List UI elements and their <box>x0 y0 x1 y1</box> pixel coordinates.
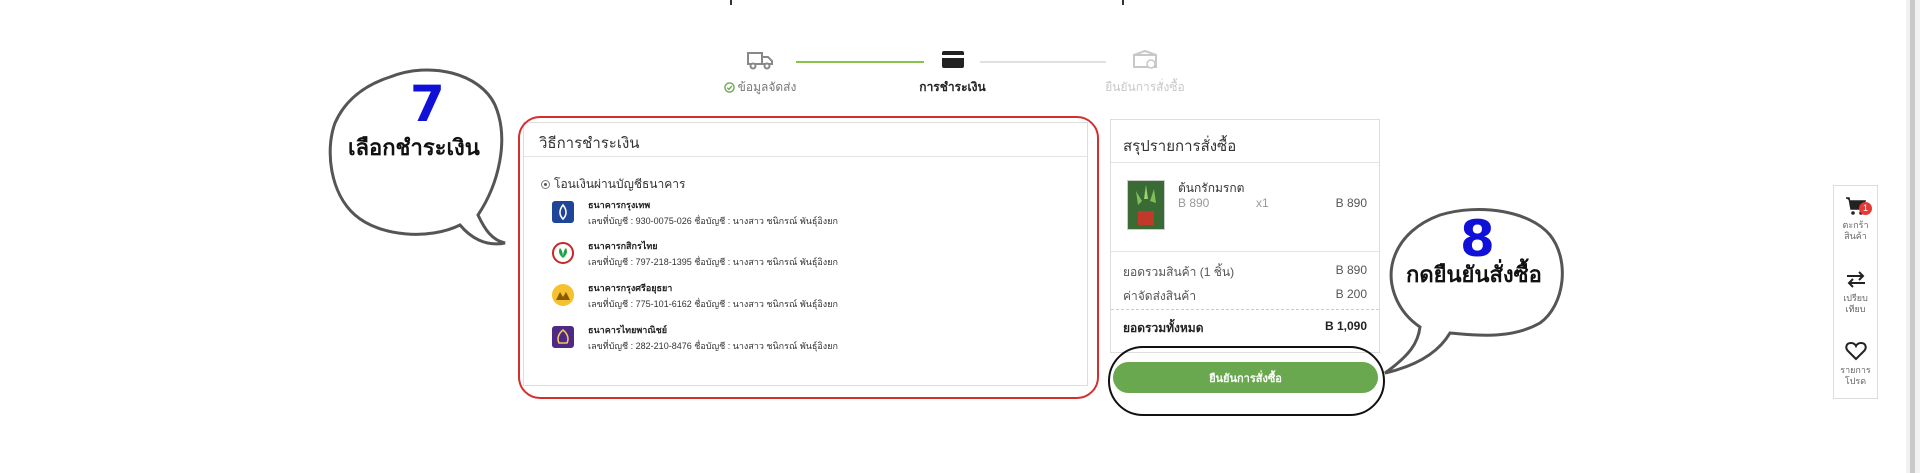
order-summary-title: สรุปรายการสั่งซื้อ <box>1123 138 1237 155</box>
product-unit-price: B 890 <box>1178 196 1210 210</box>
page-scrollbar-thumb[interactable] <box>1910 0 1915 473</box>
check-circle-icon <box>723 82 735 93</box>
wishlist-label-line1: รายการ <box>1840 365 1871 375</box>
compare-label-line1: เปรียบ <box>1843 293 1868 303</box>
subtotal-label: ยอดรวมสินค้า (1 ชิ้น) <box>1123 265 1235 279</box>
shipping-label: ค่าจัดส่งสินค้า <box>1123 289 1197 303</box>
product-quantity: x1 <box>1256 196 1269 210</box>
box-check-icon <box>1133 49 1157 69</box>
annotation-step-text-7: เลือกชำระเงิน <box>348 135 480 160</box>
grand-total-value: B 1,090 <box>1324 319 1367 333</box>
step-payment-label: การชำระเงิน <box>919 80 986 94</box>
order-summary-card: สรุปรายการสั่งซื้อ ต้นกรักมรกต B 890 x1 … <box>1110 119 1380 353</box>
step-payment[interactable]: การชำระเงิน <box>905 48 1000 97</box>
product-total: B 890 <box>1335 196 1367 210</box>
step-shipping[interactable]: ข้อมูลจัดส่ง <box>715 48 805 97</box>
cart-label-line2: สินค้า <box>1844 231 1867 241</box>
annotation-highlight-confirm <box>1108 346 1385 416</box>
cart-count-badge: 1 <box>1859 202 1872 215</box>
cart-label-line1: ตะกร้า <box>1842 220 1869 230</box>
step-confirm: ยืนยันการสั่งซื้อ <box>1095 48 1195 97</box>
credit-card-icon <box>941 51 964 68</box>
heart-icon <box>1844 341 1867 361</box>
top-edge-mark-right <box>1122 0 1124 5</box>
floating-toolbar: 1 ตะกร้า สินค้า เปรียบ เทียบ รายการ โปรด <box>1833 185 1878 399</box>
divider <box>1111 251 1379 252</box>
compare-label-line2: เทียบ <box>1845 304 1866 314</box>
divider-dashed <box>1111 309 1379 311</box>
annotation-step-number-7: 7 <box>410 75 445 133</box>
toolbar-compare[interactable]: เปรียบ เทียบ <box>1834 269 1877 315</box>
shipping-value: B 200 <box>1335 287 1367 301</box>
truck-icon <box>747 52 773 70</box>
product-image <box>1127 180 1165 230</box>
toolbar-cart[interactable]: 1 ตะกร้า สินค้า <box>1834 196 1877 242</box>
wishlist-label-line2: โปรด <box>1844 376 1867 386</box>
grand-total-label: ยอดรวมทั้งหมด <box>1123 321 1204 335</box>
step-shipping-label: ข้อมูลจัดส่ง <box>737 80 797 94</box>
annotation-step-text-8: กดยืนยันสั่งซื้อ <box>1406 262 1542 287</box>
divider <box>1111 162 1379 163</box>
top-edge-mark-left <box>730 0 732 5</box>
step-confirm-label: ยืนยันการสั่งซื้อ <box>1105 80 1185 94</box>
annotation-highlight-payment <box>518 116 1099 399</box>
subtotal-value: B 890 <box>1335 263 1367 277</box>
compare-arrows-icon <box>1846 271 1865 288</box>
toolbar-wishlist[interactable]: รายการ โปรด <box>1834 341 1877 387</box>
